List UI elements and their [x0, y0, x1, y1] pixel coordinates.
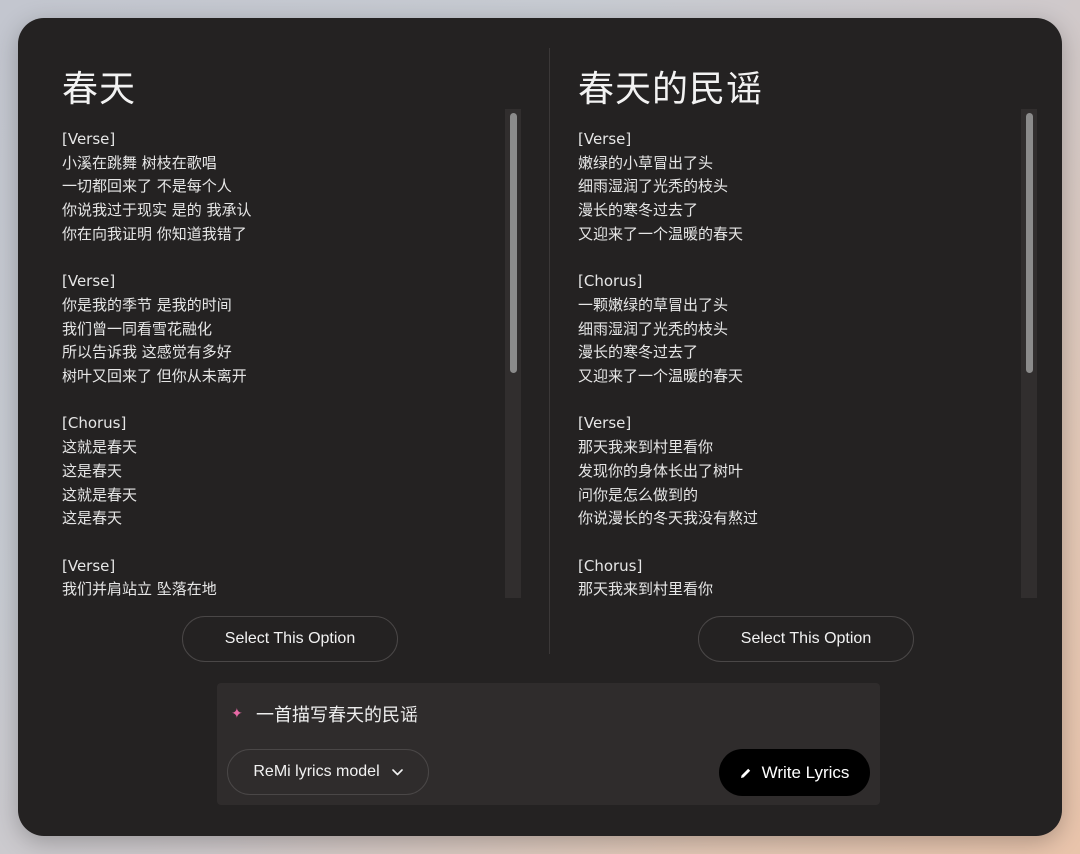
sparkle-icon: ✦ [231, 706, 243, 722]
prompt-text[interactable]: 一首描写春天的民谣 [256, 701, 418, 727]
scrollbar-thumb[interactable] [510, 113, 517, 373]
model-label: ReMi lyrics model [253, 763, 380, 780]
lyrics-text: [Verse] 嫩绿的小草冒出了头 细雨湿润了光秃的枝头 漫长的寒冬过去了 又迎… [578, 130, 759, 598]
option-title: 春天的民谣 [578, 69, 764, 110]
write-lyrics-button[interactable]: Write Lyrics [719, 749, 870, 796]
panel-divider [549, 48, 550, 654]
prompt-composer: ✦ 一首描写春天的民谣 ReMi lyrics model Write Lyri… [217, 683, 880, 805]
lyrics-comparison-window: 春天 [Verse] 小溪在跳舞 树枝在歌唱 一切都回来了 不是每个人 你说我过… [18, 18, 1062, 836]
select-option-button[interactable]: Select This Option [182, 616, 398, 662]
lyrics-scroll-area[interactable]: [Verse] 小溪在跳舞 树枝在歌唱 一切都回来了 不是每个人 你说我过于现实… [62, 128, 537, 598]
pencil-icon [740, 767, 752, 779]
model-selector[interactable]: ReMi lyrics model [227, 749, 429, 795]
lyrics-text: [Verse] 小溪在跳舞 树枝在歌唱 一切都回来了 不是每个人 你说我过于现实… [62, 130, 252, 598]
prompt-input[interactable]: ✦ 一首描写春天的民谣 [231, 701, 418, 727]
select-option-button[interactable]: Select This Option [698, 616, 914, 662]
option-title: 春天 [62, 69, 137, 110]
write-lyrics-label: Write Lyrics [761, 762, 850, 782]
lyrics-scroll-area[interactable]: [Verse] 嫩绿的小草冒出了头 细雨湿润了光秃的枝头 漫长的寒冬过去了 又迎… [578, 128, 1053, 598]
chevron-down-icon [391, 768, 403, 776]
scrollbar[interactable] [505, 109, 521, 598]
scrollbar-thumb[interactable] [1026, 113, 1033, 373]
scrollbar[interactable] [1021, 109, 1037, 598]
